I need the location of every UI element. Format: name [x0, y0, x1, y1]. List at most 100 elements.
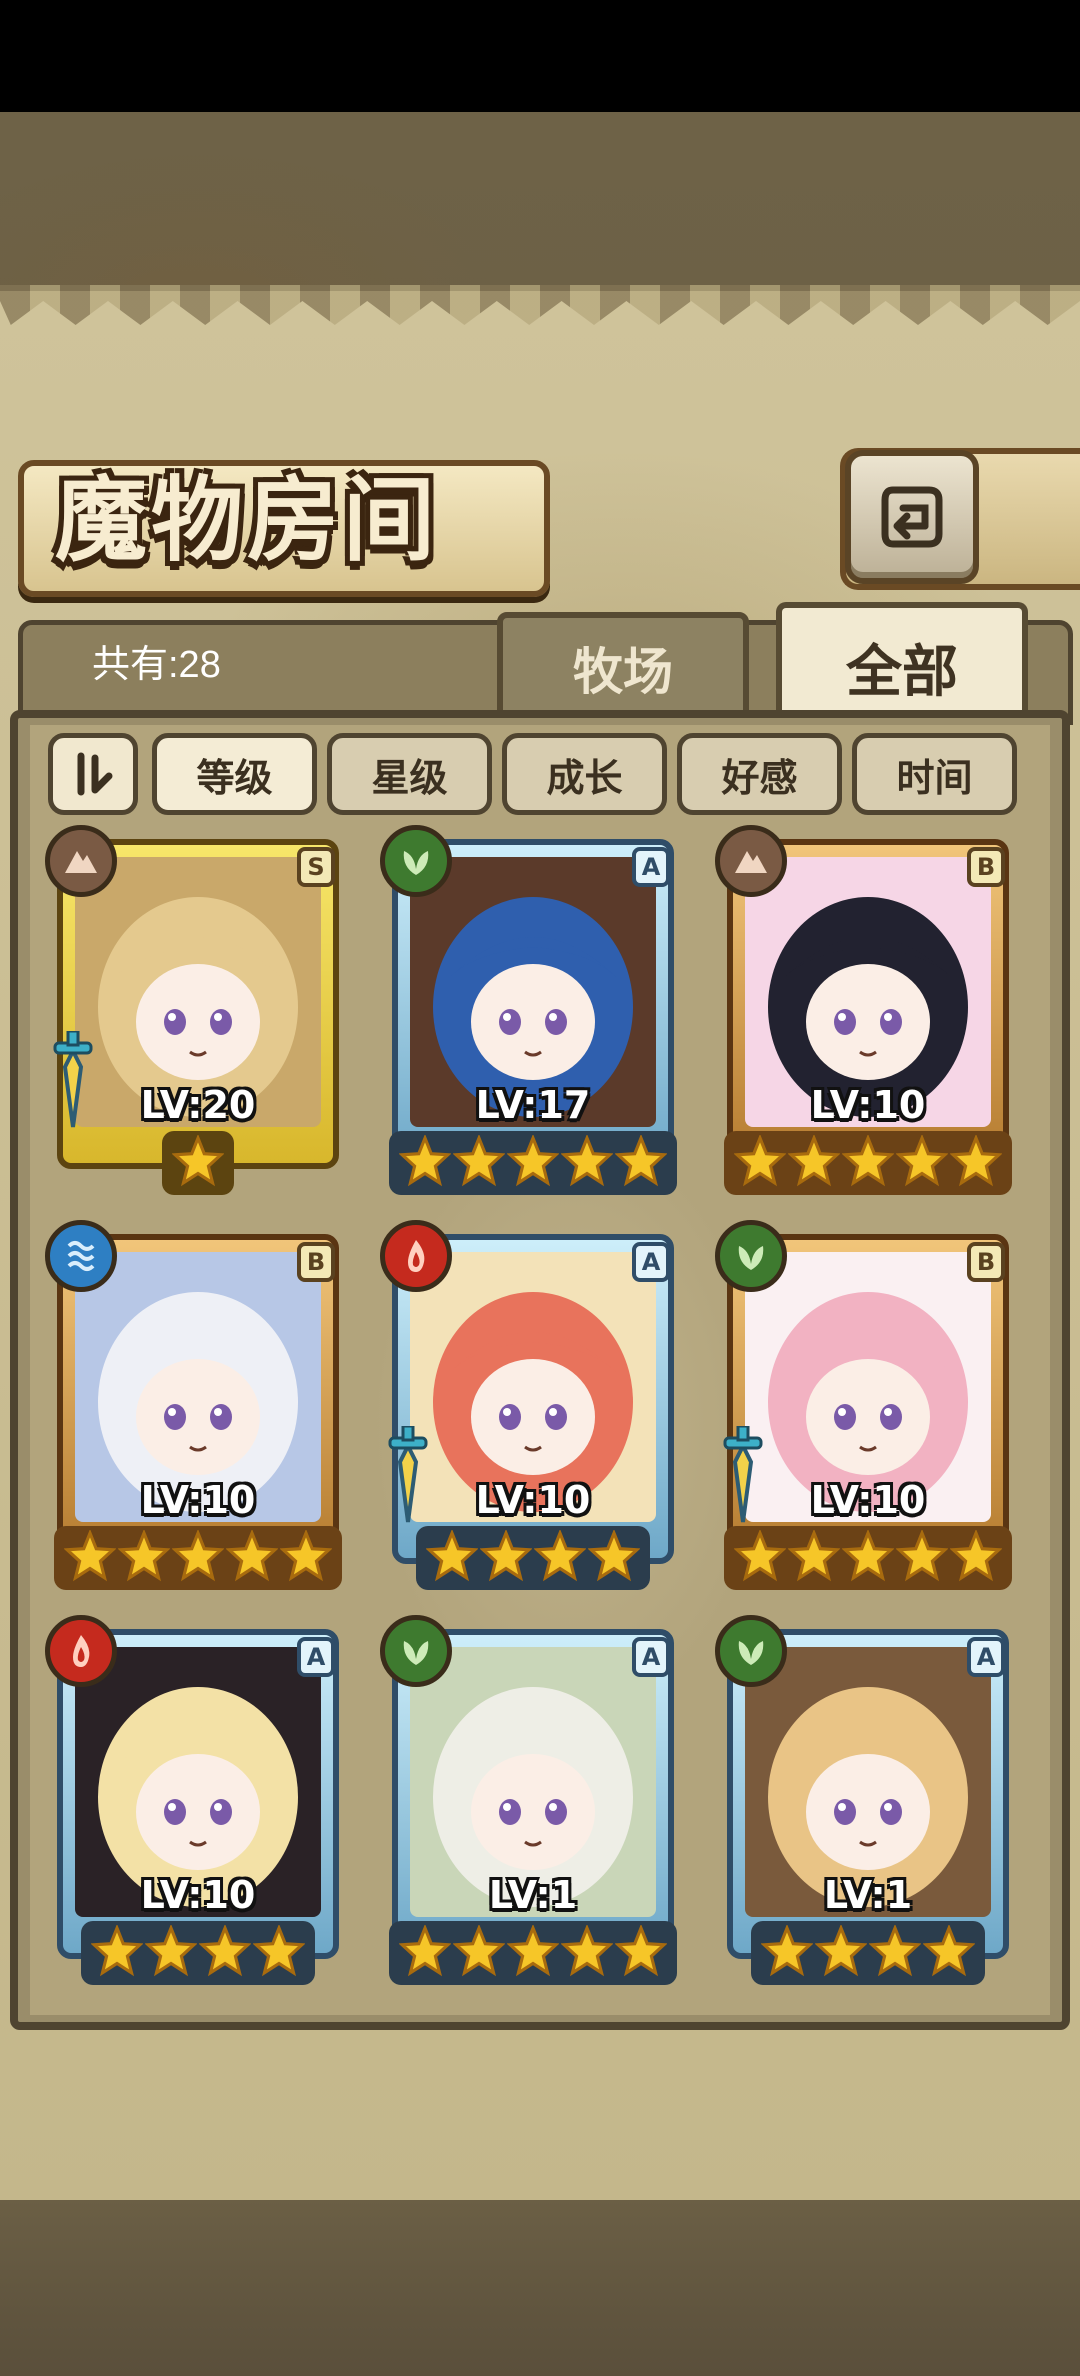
sort-affection-button[interactable]: 好感 — [677, 733, 842, 815]
star-icon — [787, 1528, 841, 1586]
status-bar — [0, 0, 1080, 112]
monster-count: 共有:28 — [92, 644, 221, 686]
star-icon — [90, 1923, 144, 1981]
star-icon — [614, 1133, 668, 1191]
star-icon — [841, 1528, 895, 1586]
rank-badge: A — [632, 847, 670, 887]
sort-order-toggle[interactable] — [48, 733, 138, 815]
earth-element-icon — [45, 825, 117, 897]
tab-ranch[interactable]: 牧场 — [497, 612, 749, 724]
star-icon — [279, 1528, 333, 1586]
star-icon — [733, 1528, 787, 1586]
star-rating — [715, 1131, 1021, 1195]
level-label: LV:20 — [140, 1083, 256, 1127]
star-icon — [760, 1923, 814, 1981]
star-icon — [533, 1528, 587, 1586]
tab-all[interactable]: 全部 — [776, 602, 1028, 726]
sort-star-button[interactable]: 星级 — [327, 733, 492, 815]
star-plate — [724, 1526, 1012, 1590]
star-icon — [144, 1923, 198, 1981]
level-label: LV:10 — [810, 1478, 926, 1522]
star-rating — [45, 1921, 351, 1985]
sort-time-button[interactable]: 时间 — [852, 733, 1017, 815]
star-icon — [506, 1923, 560, 1981]
rank-badge: S — [297, 847, 335, 887]
star-icon — [117, 1528, 171, 1586]
star-icon — [252, 1923, 306, 1981]
star-icon — [868, 1923, 922, 1981]
level-label: LV:10 — [810, 1083, 926, 1127]
level-label: LV:10 — [475, 1478, 591, 1522]
star-rating — [380, 1131, 686, 1195]
star-icon — [63, 1528, 117, 1586]
star-rating — [380, 1921, 686, 1985]
star-icon — [398, 1133, 452, 1191]
star-icon — [171, 1133, 225, 1191]
rank-badge: A — [297, 1637, 335, 1677]
star-icon — [171, 1528, 225, 1586]
star-icon — [425, 1528, 479, 1586]
monster-card[interactable]: A LV:10 — [380, 1220, 686, 1590]
level-label: LV:1 — [823, 1873, 913, 1917]
monster-card[interactable]: A LV:10 — [45, 1615, 351, 1985]
monster-card[interactable]: B LV:10 — [715, 1220, 1021, 1590]
rank-badge: B — [297, 1242, 335, 1282]
star-icon — [949, 1528, 1003, 1586]
rank-badge: A — [967, 1637, 1005, 1677]
monster-card[interactable]: B LV:10 — [45, 1220, 351, 1590]
bottom-map-band — [0, 2200, 1080, 2376]
monster-card[interactable]: B LV:10 — [715, 825, 1021, 1195]
monster-card[interactable]: S LV:20 — [45, 825, 351, 1195]
level-label: LV:10 — [140, 1478, 256, 1522]
star-plate — [724, 1131, 1012, 1195]
sort-level-button[interactable]: 等级 — [152, 733, 317, 815]
star-plate — [751, 1921, 985, 1985]
level-label: LV:10 — [140, 1873, 256, 1917]
star-plate — [416, 1526, 650, 1590]
star-rating — [380, 1526, 686, 1590]
star-icon — [560, 1133, 614, 1191]
monster-card[interactable]: A LV:1 — [380, 1615, 686, 1985]
star-icon — [560, 1923, 614, 1981]
star-plate — [81, 1921, 315, 1985]
star-icon — [198, 1923, 252, 1981]
star-icon — [841, 1133, 895, 1191]
rank-badge: A — [632, 1637, 670, 1677]
water-element-icon — [45, 1220, 117, 1292]
star-icon — [895, 1528, 949, 1586]
star-rating — [715, 1921, 1021, 1985]
star-plate — [389, 1131, 677, 1195]
back-button[interactable] — [845, 450, 979, 584]
star-icon — [587, 1528, 641, 1586]
star-icon — [614, 1923, 668, 1981]
fire-element-icon — [380, 1220, 452, 1292]
star-plate — [54, 1526, 342, 1590]
monster-card[interactable]: A LV:17 — [380, 825, 686, 1195]
sort-growth-button[interactable]: 成长 — [502, 733, 667, 815]
star-icon — [479, 1528, 533, 1586]
level-label: LV:1 — [488, 1873, 578, 1917]
star-icon — [452, 1923, 506, 1981]
page-title: 魔物房间 — [55, 466, 440, 574]
star-icon — [733, 1133, 787, 1191]
star-icon — [225, 1528, 279, 1586]
fire-element-icon — [45, 1615, 117, 1687]
star-icon — [922, 1923, 976, 1981]
star-rating — [715, 1526, 1021, 1590]
sort-order-icon — [77, 752, 113, 796]
earth-element-icon — [715, 825, 787, 897]
star-rating — [45, 1526, 351, 1590]
star-icon — [398, 1923, 452, 1981]
star-rating — [45, 1131, 351, 1195]
star-icon — [506, 1133, 560, 1191]
level-label: LV:17 — [475, 1083, 591, 1127]
star-icon — [787, 1133, 841, 1191]
monster-card[interactable]: A LV:1 — [715, 1615, 1021, 1985]
wood-element-icon — [715, 1220, 787, 1292]
star-plate — [389, 1921, 677, 1985]
star-icon — [949, 1133, 1003, 1191]
rank-badge: B — [967, 847, 1005, 887]
star-plate — [162, 1131, 234, 1195]
wood-element-icon — [715, 1615, 787, 1687]
wood-element-icon — [380, 1615, 452, 1687]
